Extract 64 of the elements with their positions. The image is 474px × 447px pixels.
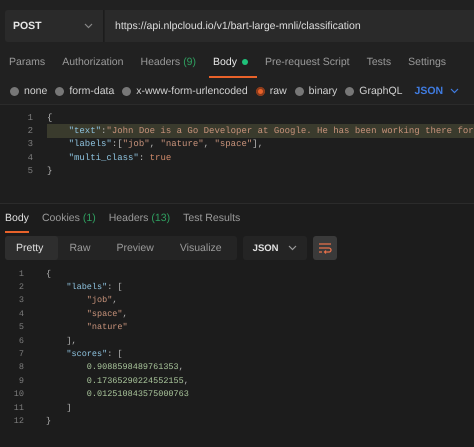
request-tab[interactable]: Body <box>209 48 257 78</box>
request-tab[interactable]: Params <box>5 48 54 78</box>
line-number: 2 <box>26 126 34 136</box>
line-number: 3 <box>18 295 25 306</box>
request-tab[interactable]: Tests <box>362 48 400 78</box>
body-type-radio[interactable]: x-www-form-urlencoded <box>122 85 248 97</box>
code-line: "space", <box>86 308 129 321</box>
format-dropdown[interactable]: JSON <box>414 85 460 97</box>
code-line: ] <box>65 402 73 414</box>
view-mode-tab[interactable]: Preview <box>105 236 169 260</box>
request-tab[interactable]: Headers (9) <box>136 48 206 78</box>
line-number: 5 <box>18 322 25 332</box>
response-tab[interactable]: Body <box>5 205 29 233</box>
line-number: 10 <box>12 389 25 400</box>
code-line: ], <box>65 334 78 348</box>
line-number: 6 <box>18 336 25 346</box>
body-type-radio[interactable]: GraphQL <box>345 85 402 97</box>
code-line: "labels":["job", "nature", "space"], <box>68 138 264 152</box>
request-tab[interactable]: Authorization <box>58 48 132 78</box>
code-line: "labels": [ <box>65 281 124 294</box>
code-line: "multi_class": true <box>68 152 172 165</box>
view-mode-tab[interactable]: Pretty <box>5 236 58 260</box>
line-number: 3 <box>26 139 34 150</box>
method-dropdown[interactable]: POST <box>5 10 104 42</box>
line-number: 4 <box>26 152 34 163</box>
response-tab[interactable]: Headers (13) <box>108 205 170 233</box>
code-line: } <box>47 165 54 178</box>
code-line: 0.012510843575000763 <box>86 388 190 401</box>
response-tab[interactable]: Cookies (1) <box>42 205 96 233</box>
line-number: 9 <box>18 376 25 386</box>
code-line: 0.9088598489761353, <box>86 361 185 374</box>
code-line: "scores": [ <box>65 348 124 361</box>
request-editor[interactable]: 1 { 2 "text":"John Doe is a Go Developer at Google. He has been working there for 3 "labels":["job", "nature", "space"], 4 "multi_class": true 5 } <box>0 104 474 204</box>
line-number: 11 <box>12 402 25 413</box>
view-mode-tab[interactable]: Raw <box>58 236 106 260</box>
line-number: 1 <box>26 112 34 123</box>
code-line: "job", <box>86 294 118 308</box>
chevron-down-icon <box>84 23 93 29</box>
line-number: 2 <box>18 282 25 292</box>
code-line: } <box>46 414 52 428</box>
line-number: 1 <box>18 268 25 279</box>
code-line: { <box>46 268 52 280</box>
line-number: 7 <box>18 349 25 360</box>
body-type-radio[interactable]: none <box>10 85 48 97</box>
line-number: 5 <box>26 166 34 176</box>
request-tab[interactable]: Pre-request Script <box>260 48 359 78</box>
chevron-down-icon <box>450 88 460 94</box>
line-number: 4 <box>18 308 25 319</box>
code-line: "nature" <box>86 321 129 334</box>
body-type-radio[interactable]: raw <box>256 85 287 97</box>
body-type-radio[interactable]: form-data <box>55 85 114 97</box>
body-type-radio[interactable]: binary <box>294 85 338 97</box>
line-number: 12 <box>12 416 25 426</box>
format-dropdown[interactable]: JSON <box>242 236 307 260</box>
wrap-lines-button[interactable] <box>312 236 337 260</box>
view-mode-tab[interactable]: Visualize <box>168 236 237 260</box>
line-number: 8 <box>18 362 25 372</box>
chevron-down-icon <box>288 245 297 251</box>
wrap-lines-icon <box>318 242 332 254</box>
response-tab[interactable]: Test Results <box>183 205 240 233</box>
url-field[interactable]: https://api.nlpcloud.io/v1/bart-large-mnli/classification <box>105 10 474 42</box>
request-tab[interactable]: Settings <box>404 48 456 78</box>
code-line: { <box>47 112 54 124</box>
code-line: 0.17365290224552155, <box>86 374 190 388</box>
